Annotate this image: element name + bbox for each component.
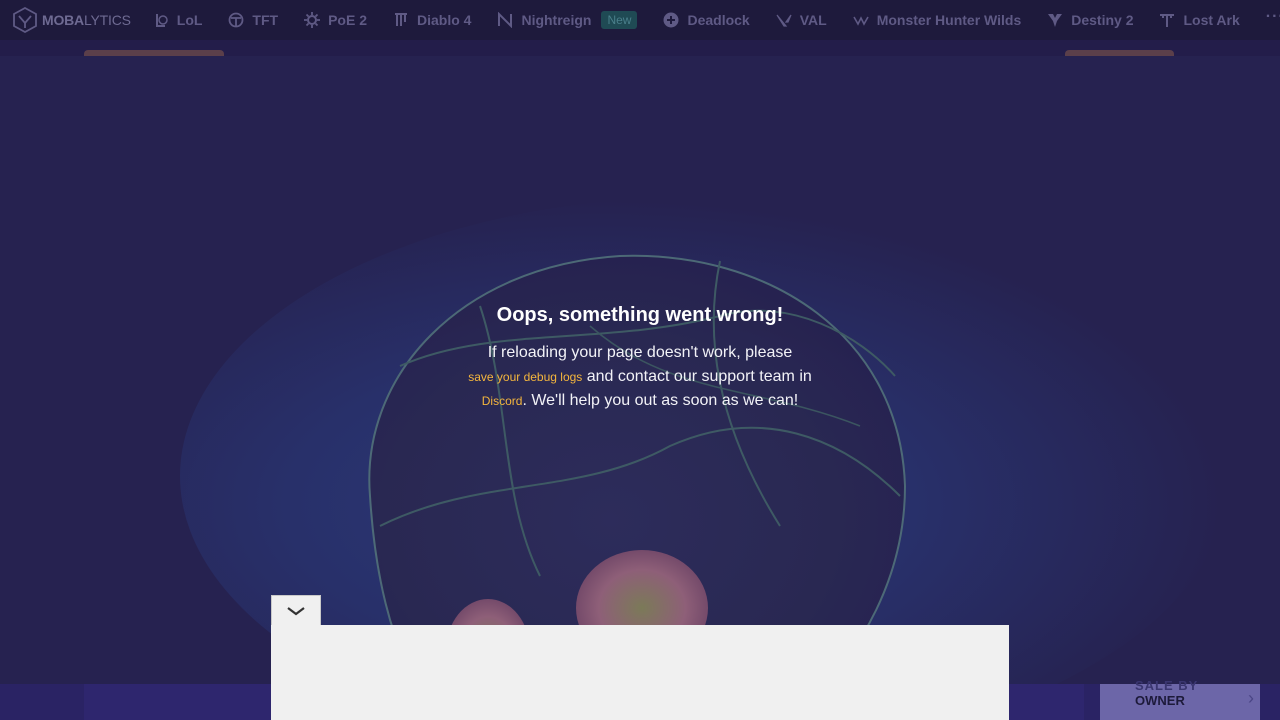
ad-collapse-toggle[interactable] <box>271 595 321 625</box>
nav-item-tft[interactable]: TFT <box>228 12 278 28</box>
destiny2-icon <box>1047 12 1063 28</box>
error-line-1: If reloading your page doesn't work, ple… <box>487 344 793 361</box>
logo-wordmark-bold: MOBA <box>42 12 84 28</box>
logo-wordmark: MOBALYTICS <box>42 12 131 28</box>
lol-icon <box>153 12 169 28</box>
error-message-box: Oops, something went wrong! If reloading… <box>440 304 840 413</box>
nav-item-label: PoE 2 <box>328 12 367 28</box>
valorant-icon <box>776 12 792 28</box>
error-line-2: and contact our support team in <box>582 368 812 385</box>
error-overlay: Oops, something went wrong! If reloading… <box>0 56 1280 684</box>
nav-item-monster-hunter-wilds[interactable]: Monster Hunter Wilds <box>852 12 1022 28</box>
nightreign-icon <box>497 12 513 28</box>
chevron-down-icon <box>287 606 305 615</box>
error-line-3: . We'll help you out as soon as we can! <box>522 392 799 409</box>
nav-item-nightreign[interactable]: Nightreign New <box>497 11 638 29</box>
new-badge: New <box>601 11 638 29</box>
nav-item-diablo4[interactable]: Diablo 4 <box>393 12 471 28</box>
nav-item-label: Lost Ark <box>1183 12 1240 28</box>
nav-item-lol[interactable]: LoL <box>153 12 203 28</box>
mobalytics-shield-icon <box>13 7 37 33</box>
save-debug-logs-link[interactable]: save your debug logs <box>468 370 582 384</box>
nav-item-label: Deadlock <box>687 12 750 28</box>
poe2-icon <box>304 12 321 28</box>
lost-ark-icon <box>1159 12 1175 28</box>
diablo4-icon <box>393 12 409 28</box>
nav-item-destiny2[interactable]: Destiny 2 <box>1047 12 1133 28</box>
nav-item-lost-ark[interactable]: Lost Ark <box>1159 12 1240 28</box>
tft-icon <box>228 12 244 28</box>
orb-illustration <box>368 254 907 684</box>
error-description: If reloading your page doesn't work, ple… <box>440 341 840 413</box>
more-games-icon[interactable]: ··· <box>1266 8 1280 26</box>
owner-card-label: OWNER <box>1135 693 1185 708</box>
logo-wordmark-light: LYTICS <box>83 12 131 28</box>
nav-item-poe2[interactable]: PoE 2 <box>304 12 367 28</box>
monster-hunter-icon <box>852 12 869 28</box>
nav-item-label: LoL <box>176 12 203 28</box>
error-title: Oops, something went wrong! <box>496 304 784 326</box>
discord-link[interactable]: Discord <box>482 394 523 408</box>
deadlock-icon <box>663 12 679 28</box>
sale-by-owner-card[interactable]: SALE BY OWNER › <box>1100 678 1260 720</box>
ad-panel <box>271 625 1009 720</box>
nav-item-label: VAL <box>799 12 827 28</box>
chevron-right-icon[interactable]: › <box>1248 688 1254 709</box>
nav-item-label: Monster Hunter Wilds <box>876 12 1022 28</box>
top-navigation: MOBALYTICS LoL TFT PoE 2 Diablo 4 Nightr… <box>0 0 1280 40</box>
nav-item-label: TFT <box>252 12 279 28</box>
mobalytics-logo[interactable]: MOBALYTICS <box>12 7 131 33</box>
nav-item-label: Nightreign <box>521 12 592 28</box>
owner-card-top-label: SALE BY <box>1135 678 1199 693</box>
nav-item-deadlock[interactable]: Deadlock <box>663 12 750 28</box>
nav-item-val[interactable]: VAL <box>776 12 827 28</box>
nav-item-label: Diablo 4 <box>416 12 472 28</box>
nav-item-label: Destiny 2 <box>1071 12 1134 28</box>
